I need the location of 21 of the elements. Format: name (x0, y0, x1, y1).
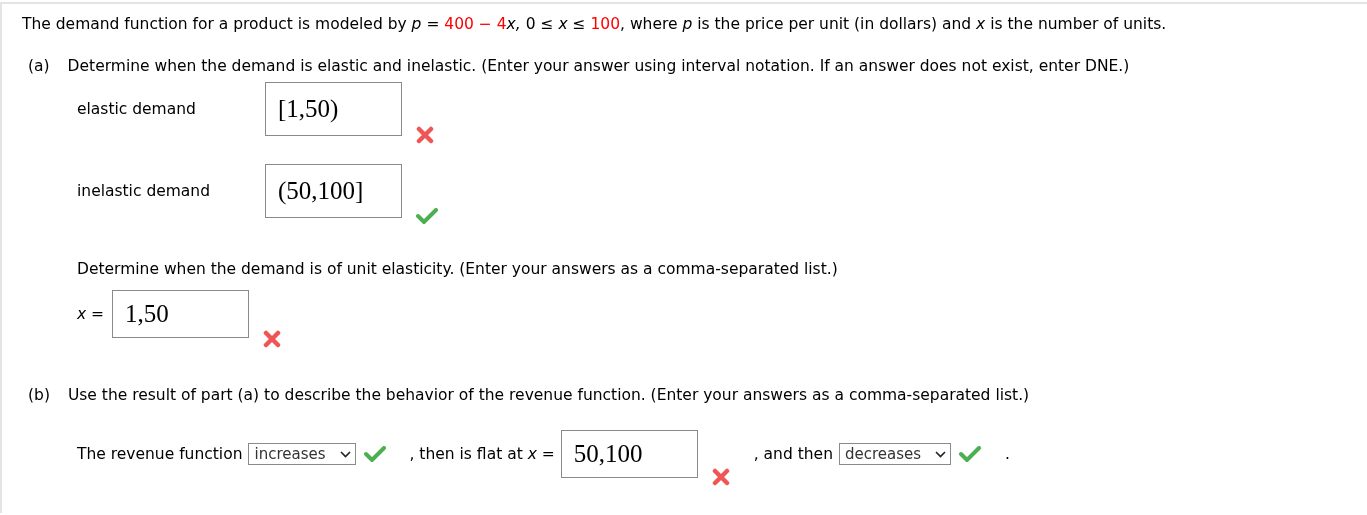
answer-field[interactable]: [1,50) (265, 82, 402, 136)
chevron-down-icon (935, 450, 947, 458)
answer-label: inelastic demand (77, 181, 211, 202)
sentence-text: , then is flat at x = (409, 444, 555, 465)
instruction-text: Determine when the demand is of unit elasticity. (Enter your answers as a comma-separated list.) (77, 260, 838, 278)
part-label: (b) (28, 386, 50, 404)
answer-field[interactable]: 1,50 (112, 290, 250, 338)
part-label: (a) (28, 57, 50, 75)
problem-statement: The demand function for a product is modeled by p = 400 − 4x, 0 ≤ x ≤ 100, where p is the price per unit (in dollars) and x is the number of units. (22, 14, 1168, 34)
dropdown[interactable]: increases (248, 443, 356, 465)
answer-label: x = (77, 304, 105, 325)
instruction-text: Determine when the demand is elastic and inelastic. (Enter your answer using interval notation. If an answer does not exist, enter DNE.) (67, 57, 1130, 75)
dropdown[interactable]: decreases (838, 443, 952, 465)
answer-field[interactable]: 50,100 (560, 430, 698, 478)
answer-field[interactable]: (50,100] (265, 164, 402, 218)
sentence-text: , and then (753, 444, 833, 465)
chevron-down-icon (339, 450, 351, 458)
instruction-text: Use the result of part (a) to describe the behavior of the revenue function. (Enter your answers as a comma-separated list.) (67, 386, 1030, 404)
answer-label: elastic demand (77, 99, 197, 120)
sentence-text: The revenue function (77, 444, 243, 465)
sentence-text: . (1005, 444, 1010, 465)
